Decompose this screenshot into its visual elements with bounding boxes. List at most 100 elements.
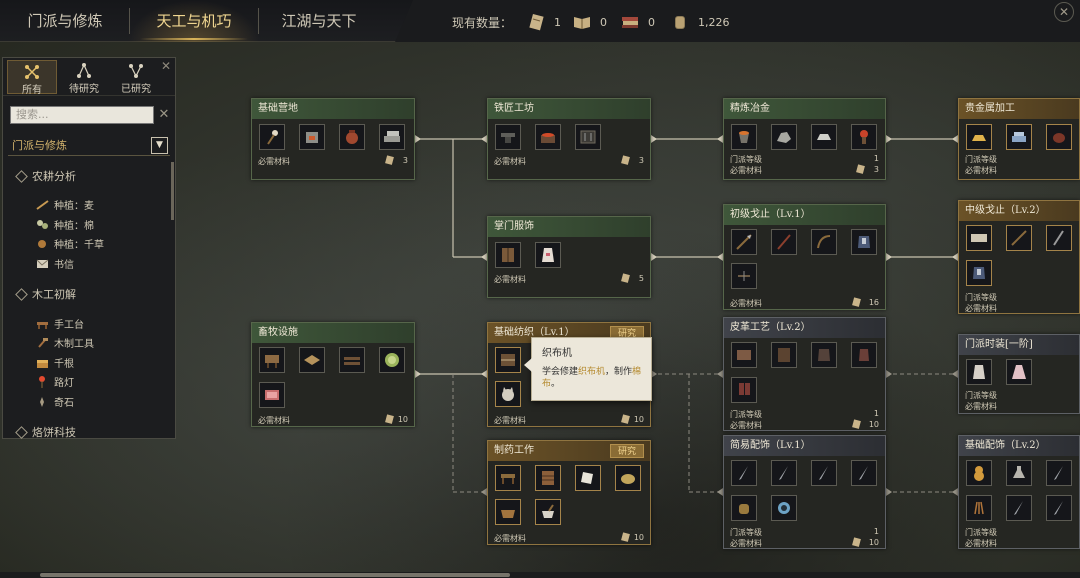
tree-item-street-lamp[interactable]: 路灯 <box>36 374 74 389</box>
tech-card-sect-fashion[interactable]: 门派时装[一阶] 门派等级 必需材料 <box>958 334 1080 414</box>
recipe-slot[interactable] <box>339 124 365 150</box>
recipe-slot[interactable] <box>771 495 797 521</box>
tree-group-farming[interactable]: 农耕分析 <box>15 168 76 184</box>
recipe-slot[interactable] <box>535 499 561 525</box>
tab-sect-cultivation[interactable]: 门派与修炼 <box>8 0 122 42</box>
recipe-slot[interactable] <box>495 124 521 150</box>
recipe-slot[interactable] <box>339 347 365 373</box>
card-req-label: 必需材料 <box>730 166 762 175</box>
recipe-slot[interactable] <box>1006 124 1032 150</box>
tech-card-basic-accessories[interactable]: 基础配饰（Lv.2） 门派等级 必需材料 <box>958 435 1080 549</box>
tech-card-master-attire[interactable]: 掌门服饰 必需材料 5 <box>487 216 651 298</box>
recipe-slot[interactable] <box>851 342 877 368</box>
recipe-slot[interactable] <box>771 124 797 150</box>
recipe-slot[interactable] <box>966 495 992 521</box>
tech-card-precious-metal[interactable]: 贵金属加工 门派等级 必需材料 <box>958 98 1080 180</box>
category-dropdown[interactable]: 门派与修炼 ▼ <box>8 136 170 156</box>
recipe-slot[interactable] <box>731 342 757 368</box>
tech-card-mid-weapons[interactable]: 中级戈止（Lv.2） 门派等级 必需材料 <box>958 200 1080 314</box>
tree-item-herbs[interactable]: 种植：千草 <box>36 236 104 251</box>
recipe-slot[interactable] <box>535 242 561 268</box>
recipe-slot[interactable] <box>851 460 877 486</box>
tech-card-leatherwork[interactable]: 皮革工艺（Lv.2） 门派等级 1 必需材料 10 <box>723 317 886 431</box>
horizontal-scrollbar[interactable] <box>0 572 1080 578</box>
recipe-slot[interactable] <box>1046 225 1072 251</box>
recipe-slot[interactable] <box>966 124 992 150</box>
tree-item-wood-tools[interactable]: 木制工具 <box>36 335 94 350</box>
recipe-slot[interactable] <box>259 382 285 408</box>
recipe-slot[interactable] <box>1006 495 1032 521</box>
filter-tab-all[interactable]: 所有 <box>7 60 57 96</box>
recipe-slot[interactable] <box>1006 460 1032 486</box>
recipe-slot[interactable] <box>966 260 992 286</box>
filter-tab-done[interactable]: 已研究 <box>111 60 161 95</box>
recipe-slot[interactable] <box>1006 359 1032 385</box>
recipe-slot[interactable] <box>731 377 757 403</box>
tree-item-roots[interactable]: 千根 <box>36 355 74 370</box>
recipe-slot[interactable] <box>535 465 561 491</box>
recipe-slot[interactable] <box>495 242 521 268</box>
recipe-slot[interactable] <box>1046 124 1072 150</box>
recipe-slot[interactable] <box>615 465 641 491</box>
recipe-slot[interactable] <box>811 342 837 368</box>
tech-card-refined-metallurgy[interactable]: 精炼冶金 门派等级 1 必需材料 3 <box>723 98 886 180</box>
recipe-slot[interactable] <box>495 381 521 407</box>
recipe-slot[interactable] <box>851 229 877 255</box>
horizontal-scrollbar-thumb[interactable] <box>40 573 510 577</box>
panel-scrollbar[interactable] <box>171 162 174 220</box>
recipe-slot[interactable] <box>575 124 601 150</box>
recipe-slot[interactable] <box>495 465 521 491</box>
stock-label: 现有数量： <box>452 16 513 30</box>
tree-item-rock[interactable]: 奇石 <box>36 394 74 409</box>
tree-group-baking[interactable]: 烙饼科技 <box>15 424 76 440</box>
recipe-slot[interactable] <box>771 229 797 255</box>
recipe-slot[interactable] <box>966 359 992 385</box>
recipe-slot[interactable] <box>1006 225 1032 251</box>
tab-craft-machinery[interactable]: 天工与机巧 <box>132 0 256 42</box>
recipe-slot[interactable] <box>299 124 325 150</box>
tree-item-wheat[interactable]: 种植：麦 <box>36 197 94 212</box>
recipe-slot[interactable] <box>259 347 285 373</box>
top-bar: 门派与修炼 天工与机巧 江湖与天下 现有数量： 1 0 0 1,226 ✕ <box>0 0 1080 42</box>
recipe-slot[interactable] <box>379 347 405 373</box>
recipe-slot[interactable] <box>1046 495 1072 521</box>
tree-item-workbench[interactable]: 手工台 <box>36 316 84 331</box>
tech-card-livestock[interactable]: 畜牧设施 必需材料 10 <box>251 322 415 427</box>
tree-item-cotton[interactable]: 种植：棉 <box>36 217 94 232</box>
recipe-slot[interactable] <box>495 499 521 525</box>
recipe-slot[interactable] <box>771 460 797 486</box>
recipe-slot[interactable] <box>771 342 797 368</box>
tech-card-blacksmith[interactable]: 铁匠工坊 必需材料 3 <box>487 98 651 180</box>
tech-card-pharmacy[interactable]: 制药工作 研究 必需材料 10 <box>487 440 651 545</box>
filter-tab-pending[interactable]: 待研究 <box>59 60 109 95</box>
recipe-slot[interactable] <box>811 124 837 150</box>
recipe-slot[interactable] <box>535 124 561 150</box>
close-icon[interactable]: ✕ <box>1054 2 1074 22</box>
recipe-slot[interactable] <box>966 225 992 251</box>
tech-card-basic-camp[interactable]: 基础营地 必需材料 3 <box>251 98 415 180</box>
tech-card-simple-accessories[interactable]: 简易配饰（Lv.1） 门派等级 1 必需材料 10 <box>723 435 886 549</box>
chevron-down-icon[interactable]: ▼ <box>151 137 168 154</box>
recipe-slot[interactable] <box>495 347 521 373</box>
recipe-slot[interactable] <box>731 460 757 486</box>
recipe-slot[interactable] <box>811 229 837 255</box>
tech-card-basic-weapons[interactable]: 初级戈止（Lv.1） 必需材料 16 <box>723 204 886 310</box>
recipe-slot[interactable] <box>966 460 992 486</box>
tree-group-woodwork[interactable]: 木工初解 <box>15 286 76 302</box>
search-input[interactable]: 搜索... <box>10 106 154 124</box>
recipe-slot[interactable] <box>731 229 757 255</box>
tab-jianghu-world[interactable]: 江湖与天下 <box>262 0 376 42</box>
recipe-slot[interactable] <box>731 263 757 289</box>
research-badge[interactable]: 研究 <box>609 444 644 458</box>
recipe-slot[interactable] <box>731 495 757 521</box>
recipe-slot[interactable] <box>731 124 757 150</box>
tree-item-letter[interactable]: 书信 <box>36 256 74 271</box>
search-clear-icon[interactable]: ✕ <box>155 106 173 124</box>
recipe-slot[interactable] <box>1046 460 1072 486</box>
recipe-slot[interactable] <box>575 465 601 491</box>
recipe-slot[interactable] <box>299 347 325 373</box>
recipe-slot[interactable] <box>811 460 837 486</box>
recipe-slot[interactable] <box>851 124 877 150</box>
recipe-slot[interactable] <box>259 124 285 150</box>
recipe-slot[interactable] <box>379 124 405 150</box>
